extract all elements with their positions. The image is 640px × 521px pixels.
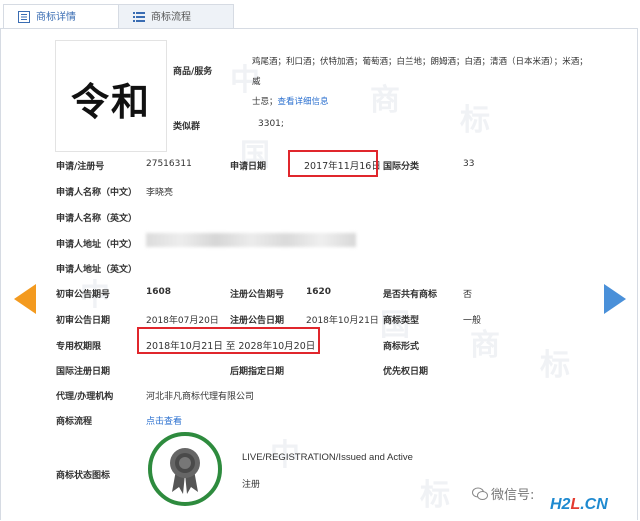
registration-seal-icon [148,432,222,506]
applicant-en-label: 申请人名称（英文） [56,214,138,224]
applicant-cn-value: 李晓亮 [146,188,174,198]
similar-group-label: 类似群 [173,122,201,132]
address-redacted [146,233,356,247]
h2l-part: H2 [550,496,571,513]
tab-trademark-details[interactable]: 商标详情 [3,4,119,29]
document-list-icon [18,11,30,23]
status-cn: 注册 [242,480,261,490]
intl-class-label: 国际分类 [383,162,420,172]
agent-value: 河北非凡商标代理有限公司 [146,392,255,402]
h2l-part: L [570,496,581,513]
tab-bar: 商标详情 商标流程 [0,0,640,30]
shared-value: 否 [463,290,473,300]
status-icon-label: 商标状态图标 [56,471,111,481]
agent-label: 代理/办理机构 [56,392,114,402]
applicant-cn-label: 申请人名称（中文） [56,188,138,198]
goods-services-line2: 士忌； [252,97,278,107]
prelim-pub-date-value: 2018年07月20日 [146,316,219,326]
prelim-pub-no-label: 初审公告期号 [56,290,111,300]
reg-no-label: 申请/注册号 [56,162,105,172]
process-label: 商标流程 [56,417,93,427]
prelim-pub-no-value: 1608 [146,287,172,297]
tm-type-label: 商标类型 [383,316,420,326]
highlight-box [137,327,320,354]
tab-trademark-process[interactable]: 商标流程 [118,4,234,29]
reg-pub-no-label: 注册公告期号 [230,290,285,300]
highlight-box [288,150,378,177]
reg-pub-no-value: 1620 [306,287,332,297]
list-icon [133,12,145,22]
later-date-label: 后期指定日期 [230,367,285,377]
intl-reg-date-label: 国际注册日期 [56,367,111,377]
reg-pub-date-value: 2018年10月21日 [306,316,379,326]
goods-services-line1: 鸡尾酒；利口酒；伏特加酒；葡萄酒；白兰地；朗姆酒；白酒；清酒（日本米酒）；米酒；… [252,57,588,87]
prev-arrow-icon[interactable] [14,284,36,314]
tab-label: 商标详情 [36,12,76,23]
trademark-logo-text: 令和 [70,79,151,124]
tab-label: 商标流程 [151,12,191,23]
intl-class-value: 33 [463,159,475,169]
tm-form-label: 商标形式 [383,342,420,352]
view-process-link[interactable]: 点击查看 [146,414,182,427]
status-en: LIVE/REGISTRATION/Issued and Active [242,452,413,463]
address-cn-label: 申请人地址（中文） [56,240,138,250]
goods-services-value: 鸡尾酒；利口酒；伏特加酒；葡萄酒；白兰地；朗姆酒；白酒；清酒（日本米酒）；米酒；… [252,52,592,112]
reg-pub-date-label: 注册公告日期 [230,316,285,326]
app-date-label: 申请日期 [230,162,267,172]
view-details-link[interactable]: 查看详细信息 [278,97,329,107]
similar-group-value: 3301; [258,119,284,129]
wechat-watermark: 微信号: [472,484,534,503]
rosette-icon [170,448,200,494]
reg-no-value: 27516311 [146,159,192,169]
next-arrow-icon[interactable] [604,284,626,314]
priority-date-label: 优先权日期 [383,367,429,377]
h2l-part: .CN [580,496,608,513]
h2l-logo: H2L.CN [550,496,608,514]
wechat-icon [472,487,488,500]
tm-type-value: 一般 [463,316,482,326]
shared-label: 是否共有商标 [383,290,438,300]
wechat-text: 微信号: [491,488,535,503]
prelim-pub-date-label: 初审公告日期 [56,316,111,326]
goods-services-label: 商品/服务 [173,67,213,77]
trademark-image: 令和 [55,40,167,152]
exclusive-period-label: 专用权期限 [56,342,102,352]
address-en-label: 申请人地址（英文） [56,265,138,275]
